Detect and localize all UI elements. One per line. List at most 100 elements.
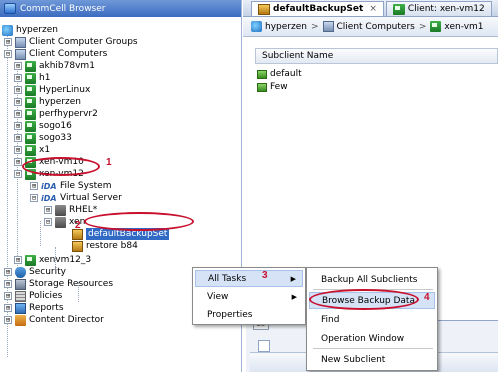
expand-icon[interactable]: ⊞ [14, 256, 22, 264]
menu-item-label: All Tasks [208, 273, 247, 284]
tree-node-client[interactable]: ⊞ x1 [14, 144, 50, 156]
commcell-icon [251, 21, 262, 32]
tree-node-storage-resources[interactable]: ⊞ Storage Resources [4, 278, 113, 290]
collapse-icon[interactable]: ⊟ [30, 194, 38, 202]
list-item[interactable]: Few [257, 81, 288, 93]
tree-node-client[interactable]: ⊞ xenvm12_3 [14, 254, 91, 266]
tree-node-client[interactable]: ⊞ h1 [14, 72, 50, 84]
tree-node-client[interactable]: ⊞ sogo16 [14, 120, 72, 132]
menu-item-properties[interactable]: Properties [195, 306, 303, 323]
tree-label: Content Director [29, 315, 104, 325]
subclient-name-column-header[interactable]: Subclient Name [255, 48, 498, 64]
tree-node-client[interactable]: ⊞ akhib78vm1 [14, 60, 95, 72]
computers-icon [15, 48, 26, 60]
expand-icon[interactable]: ⊞ [4, 316, 12, 324]
collapse-icon[interactable]: ⊟ [44, 218, 52, 226]
menu-item-label: Operation Window [321, 333, 405, 344]
client-icon [392, 3, 405, 15]
tree-node-client[interactable]: ⊞ sogo33 [14, 132, 72, 144]
expand-icon[interactable]: ⊞ [14, 122, 22, 130]
expand-icon[interactable]: ⊞ [4, 292, 12, 300]
breadcrumb: hyperzen > Client Computers > xen-vm1 [243, 17, 498, 37]
content-director-icon [15, 314, 26, 326]
breadcrumb-item[interactable]: Client Computers [337, 22, 415, 32]
commcell-browser-icon [4, 3, 16, 14]
breadcrumb-item[interactable]: hyperzen [265, 22, 307, 32]
submenu-arrow-icon: ▶ [290, 274, 296, 283]
expand-icon[interactable]: ⊞ [44, 206, 52, 214]
expand-icon[interactable]: ⊞ [14, 110, 22, 118]
tree-label: Storage Resources [29, 279, 114, 289]
tab-default-backupset[interactable]: defaultBackupSet × [251, 1, 384, 16]
expand-icon[interactable]: ⊞ [14, 146, 22, 154]
client-icon [430, 21, 442, 32]
tree-label: File System [60, 181, 112, 191]
tree-label: sogo16 [39, 121, 72, 131]
collapse-icon[interactable]: ⊟ [4, 50, 12, 58]
menu-item-find[interactable]: Find [309, 311, 435, 328]
tree-node-client[interactable]: ⊞ hyperzen [14, 96, 81, 108]
policies-icon [15, 290, 26, 302]
tree-node-client[interactable]: ⊞ perfhypervr2 [14, 108, 98, 120]
menu-item-all-tasks[interactable]: All Tasks ▶ [195, 270, 303, 287]
tree-node-file-system[interactable]: ⊞ iDA File System [30, 180, 111, 192]
tree-label: Virtual Server [60, 193, 122, 203]
all-tasks-submenu: Backup All Subclients Browse Backup Data… [306, 267, 438, 371]
expand-icon[interactable]: ⊞ [14, 134, 22, 142]
expand-icon[interactable]: ⊞ [14, 74, 22, 82]
client-icon [25, 254, 36, 266]
commcell-browser-title: CommCell Browser [20, 3, 106, 14]
tree-node-client[interactable]: ⊞ HyperLinux [14, 84, 90, 96]
expand-icon[interactable]: ⊞ [4, 38, 12, 46]
menu-item-view[interactable]: View ▶ [195, 288, 303, 305]
tree-node-client-computer-groups[interactable]: ⊞ Client Computer Groups [4, 36, 138, 48]
breadcrumb-item[interactable]: xen-vm1 [444, 22, 483, 32]
menu-item-label: New Subclient [321, 354, 386, 365]
expand-icon[interactable]: ⊞ [4, 304, 12, 312]
client-icon [25, 120, 36, 132]
expand-icon[interactable]: ⊞ [14, 62, 22, 70]
backupset-icon [72, 240, 83, 252]
tree-node-virtual-server[interactable]: ⊟ iDA Virtual Server [30, 192, 122, 204]
list-item[interactable]: default [257, 68, 302, 80]
tree-label: HyperLinux [39, 85, 91, 95]
expand-icon[interactable]: ⊞ [14, 158, 22, 166]
client-icon [25, 144, 36, 156]
tree-node-backupset-restore-b84[interactable]: restore b84 [72, 240, 138, 252]
collapse-icon[interactable]: ⊟ [14, 170, 22, 178]
tree-node-instance-rhel[interactable]: ⊞ RHEL* [44, 204, 97, 216]
client-icon [25, 132, 36, 144]
tree-root-hyperzen[interactable]: hyperzen [2, 24, 58, 36]
tree-node-security[interactable]: ⊞ Security [4, 266, 66, 278]
job-controller-icon[interactable] [258, 340, 270, 352]
subclient-name: default [270, 69, 302, 79]
ida-icon: iDA [41, 193, 57, 203]
tree-label: Reports [29, 303, 64, 313]
tree-label: Client Computers [29, 49, 108, 59]
expand-icon[interactable]: ⊞ [14, 98, 22, 106]
tree-label: Policies [29, 291, 63, 301]
tree-guide-line [40, 221, 41, 246]
menu-item-operation-window[interactable]: Operation Window [309, 330, 435, 347]
client-icon [25, 72, 36, 84]
menu-item-label: Find [321, 314, 340, 325]
tree-node-policies[interactable]: ⊞ Policies [4, 290, 62, 302]
menu-separator [313, 348, 433, 349]
tree-label: akhib78vm1 [39, 61, 95, 71]
tree-node-reports[interactable]: ⊞ Reports [4, 302, 64, 314]
expand-icon[interactable]: ⊞ [30, 182, 38, 190]
security-icon [15, 266, 26, 278]
menu-item-new-subclient[interactable]: New Subclient [309, 351, 435, 368]
tree-label: restore b84 [86, 241, 138, 251]
close-icon[interactable]: × [369, 4, 377, 14]
tree-node-content-director[interactable]: ⊞ Content Director [4, 314, 104, 326]
expand-icon[interactable]: ⊞ [14, 86, 22, 94]
ida-icon: iDA [41, 181, 57, 191]
tab-client-xen-vm12[interactable]: Client: xen-vm12 [385, 1, 492, 16]
menu-item-backup-all-subclients[interactable]: Backup All Subclients [309, 271, 435, 288]
tree-node-client-computers[interactable]: ⊟ Client Computers [4, 48, 107, 60]
tree-label: hyperzen [39, 97, 81, 107]
expand-icon[interactable]: ⊞ [4, 268, 12, 276]
context-menu: All Tasks ▶ View ▶ Properties [192, 267, 306, 325]
expand-icon[interactable]: ⊞ [4, 280, 12, 288]
